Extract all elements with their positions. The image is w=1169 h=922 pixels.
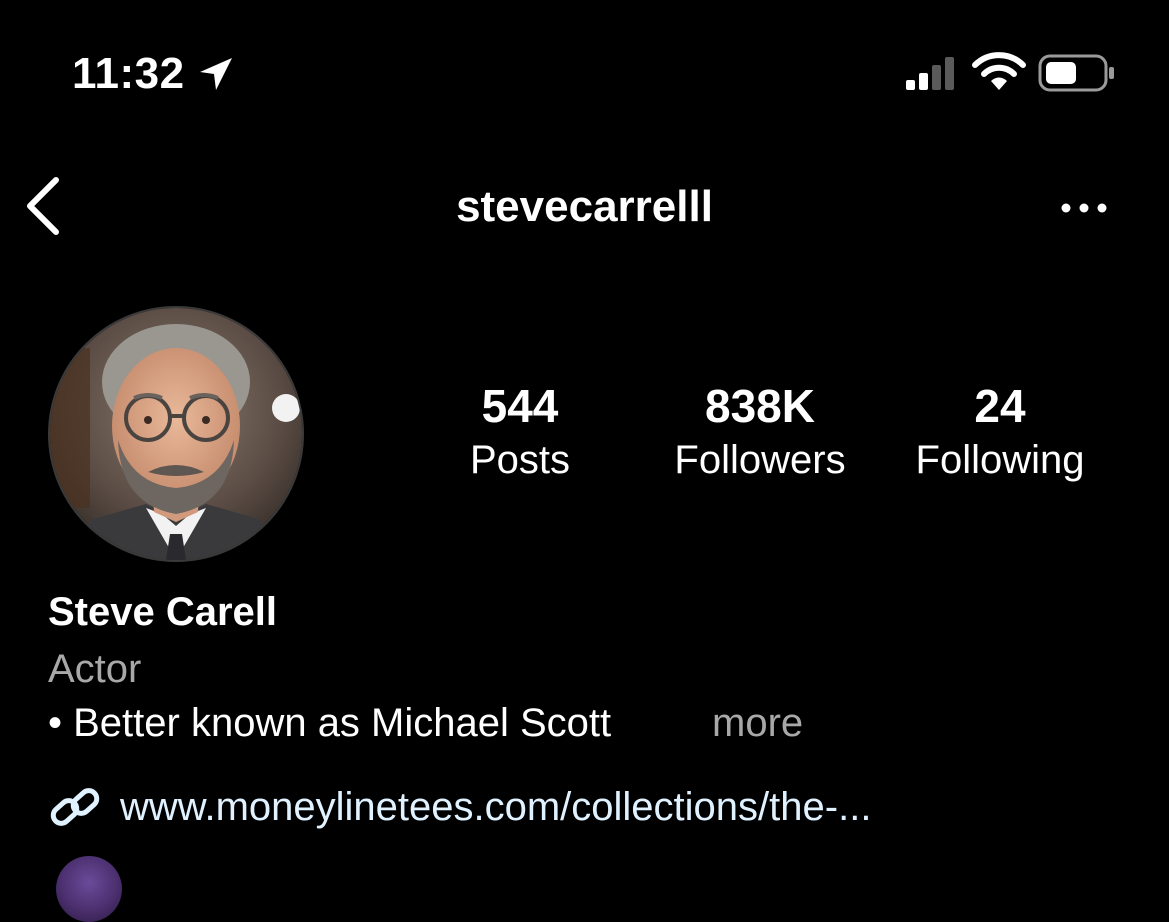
back-button[interactable] — [18, 172, 70, 240]
posts-stat[interactable]: 544 Posts — [410, 378, 630, 486]
chevron-left-icon — [27, 177, 59, 235]
wifi-icon — [972, 52, 1026, 90]
avatar[interactable] — [48, 306, 304, 562]
bio-text: • Better known as Michael Scott — [48, 701, 612, 745]
location-arrow-icon — [200, 58, 232, 90]
posts-label: Posts — [469, 438, 571, 482]
followers-label: Followers — [674, 438, 846, 482]
profile-website-link[interactable]: www.moneylinetees.com/collections/the-..… — [120, 782, 871, 832]
posts-count: 544 — [481, 380, 559, 432]
following-count: 24 — [974, 380, 1026, 432]
bio-more-link[interactable]: more — [712, 698, 803, 748]
following-label: Following — [915, 438, 1085, 482]
more-options-button[interactable] — [1052, 190, 1116, 226]
followers-count: 838K — [705, 380, 815, 432]
cellular-signal-icon — [906, 57, 954, 90]
profile-category: Actor — [48, 647, 142, 691]
profile-photo — [50, 308, 302, 560]
following-stat[interactable]: 24 Following — [890, 378, 1110, 486]
display-name: Steve Carell — [48, 590, 278, 634]
profile-username-title: stevecarrelll — [456, 182, 713, 231]
link-icon — [50, 788, 100, 826]
battery-icon — [1038, 54, 1114, 92]
status-time: 11:32 — [72, 49, 185, 98]
story-highlight-avatar[interactable] — [56, 856, 122, 922]
ellipsis-icon — [1061, 203, 1107, 213]
followers-stat[interactable]: 838K Followers — [650, 378, 870, 486]
